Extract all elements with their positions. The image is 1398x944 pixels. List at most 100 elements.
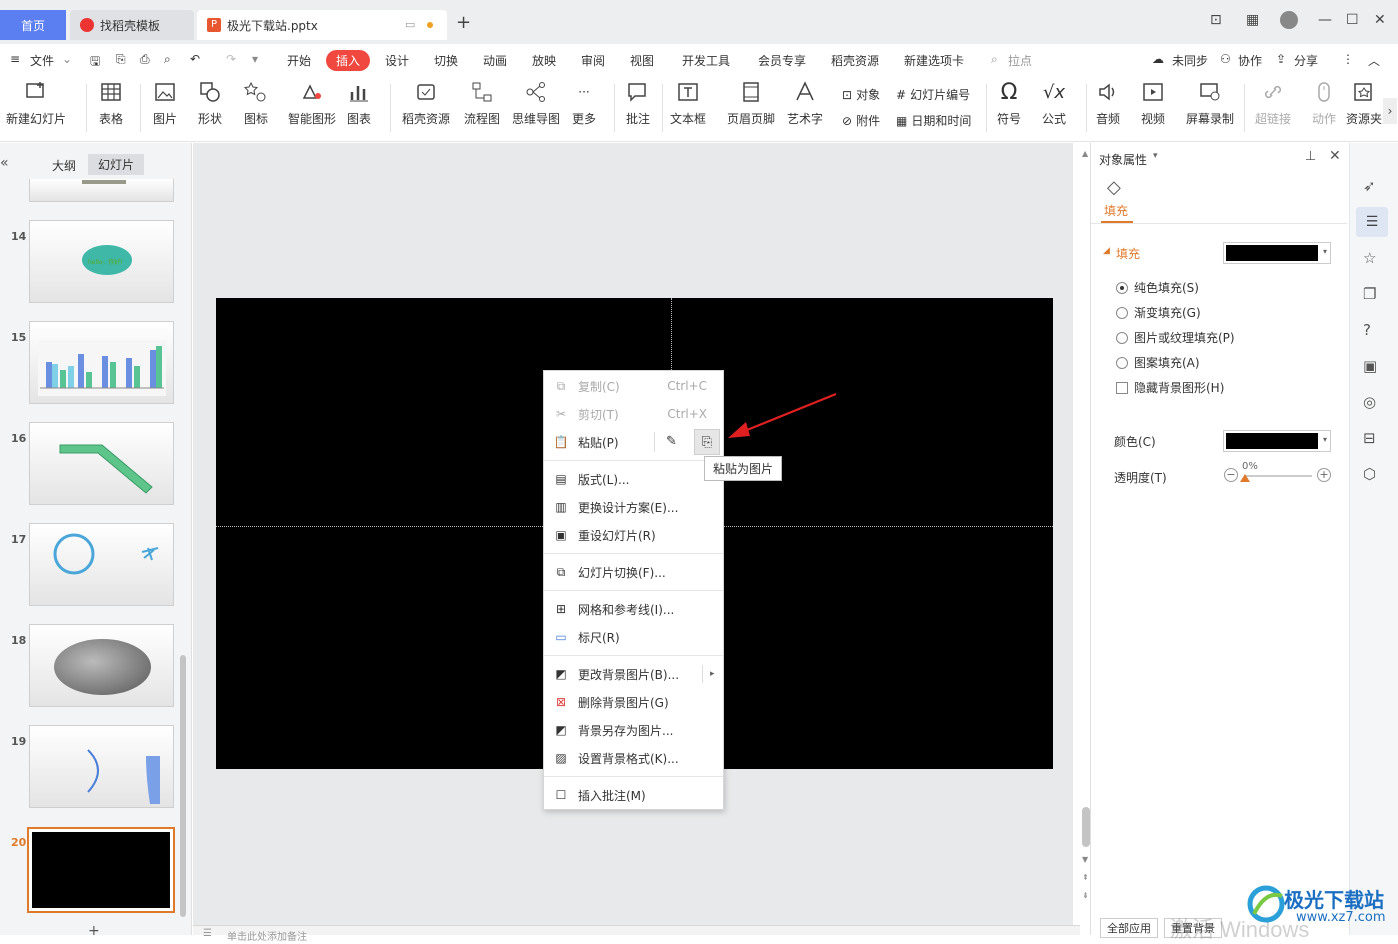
attachment-button[interactable]: ⊘ 附件	[842, 112, 880, 129]
image-tools-icon[interactable]: ▣	[1363, 357, 1377, 375]
menu-view[interactable]: 视图	[630, 52, 654, 69]
monitor-icon[interactable]: ▭	[405, 18, 415, 31]
tab-template[interactable]: 找稻壳模板	[70, 10, 194, 40]
menu-layout[interactable]: ▤ 版式(L)...	[544, 465, 723, 493]
slider-handle[interactable]	[1240, 474, 1250, 482]
tab-outline[interactable]: 大纲	[52, 157, 76, 174]
cube-icon[interactable]: ⬡	[1363, 465, 1376, 483]
paste-as-picture-icon[interactable]: ⎘	[694, 429, 720, 455]
menu-cut[interactable]: ✂ 剪切(T) Ctrl+X	[544, 400, 723, 428]
collab-icon[interactable]: ⚇	[1220, 52, 1231, 66]
quick-access-dropdown-icon[interactable]: ▾	[252, 52, 258, 66]
share-button[interactable]: 分享	[1294, 52, 1318, 69]
grid-apps-icon[interactable]: ▦	[1246, 12, 1259, 28]
radio-solid-fill[interactable]: 纯色填充(S)	[1116, 279, 1199, 296]
cloud-icon[interactable]: ☁	[1152, 52, 1164, 66]
smart-art-button[interactable]: 智能图形	[288, 80, 336, 127]
fill-color-picker[interactable]: ▾	[1223, 242, 1331, 264]
menu-insert[interactable]: 插入	[326, 50, 371, 71]
avatar[interactable]	[1280, 11, 1298, 29]
slide-thumbnail[interactable]	[29, 523, 174, 606]
menu-reset-slide[interactable]: ▣ 重设幻灯片(R)	[544, 521, 723, 549]
menu-delete-bg[interactable]: ⊠ 删除背景图片(G)	[544, 688, 723, 716]
table-button[interactable]: 表格	[98, 80, 124, 127]
datetime-button[interactable]: ▦ 日期和时间	[896, 112, 971, 129]
menu-ruler[interactable]: ▭ 标尺(R)	[544, 623, 723, 651]
decrease-transparency-button[interactable]: −	[1224, 468, 1238, 482]
menu-member[interactable]: 会员专享	[758, 52, 806, 69]
share-icon[interactable]: ⇪	[1276, 52, 1286, 66]
menu-grid-guides[interactable]: ⊞ 网格和参考线(I)...	[544, 595, 723, 623]
tab-fill[interactable]: 填充	[1104, 202, 1128, 219]
slide-thumbnail[interactable]	[29, 321, 174, 404]
radio-picture-fill[interactable]: 图片或纹理填充(P)	[1116, 329, 1235, 346]
slide-thumbnail-active[interactable]	[27, 827, 175, 913]
resource-folder-button[interactable]: 资源夹	[1346, 80, 1382, 127]
menu-copy[interactable]: ⧉ 复制(C) Ctrl+C	[544, 372, 723, 400]
menu-design[interactable]: 设计	[385, 52, 409, 69]
save-icon[interactable]: 🖫	[90, 52, 100, 73]
star-animation-icon[interactable]: ☆	[1363, 249, 1376, 267]
tab-document[interactable]: P 极光下载站.pptx ▭	[197, 10, 447, 40]
scroll-down-icon[interactable]: ▼	[1082, 855, 1088, 864]
transparency-slider[interactable]	[1244, 475, 1312, 477]
apply-all-button[interactable]: 全部应用	[1100, 918, 1158, 938]
tab-slides[interactable]: 幻灯片	[88, 154, 145, 175]
new-tab-button[interactable]: +	[456, 12, 471, 33]
compass-icon[interactable]: ◎	[1363, 393, 1376, 411]
book-icon[interactable]: ⊟	[1363, 429, 1376, 447]
collapse-ribbon-icon[interactable]: ︿	[1368, 52, 1380, 69]
slide-thumbnail[interactable]	[29, 624, 174, 707]
menu-slideshow[interactable]: 放映	[532, 52, 556, 69]
daoke-resource-button[interactable]: 稻壳资源	[402, 80, 450, 127]
close-panel-icon[interactable]: ✕	[1329, 148, 1341, 164]
menu-home[interactable]: 开始	[287, 52, 311, 69]
notes-area[interactable]: ☰ 单击此处添加备注	[193, 925, 1080, 943]
new-slide-button[interactable]: 新建幻灯片	[6, 80, 66, 127]
collab-button[interactable]: 协作	[1238, 52, 1262, 69]
menu-save-bg[interactable]: ◩ 背景另存为图片...	[544, 716, 723, 744]
increase-transparency-button[interactable]: +	[1317, 468, 1331, 482]
next-slide-icon[interactable]: ⇟	[1082, 891, 1089, 900]
search-input[interactable]: 拉点	[1008, 52, 1032, 69]
preview-icon[interactable]: ⌕	[164, 52, 171, 67]
menu-change-bg[interactable]: ◩ 更改背景图片(B)... ▸	[544, 660, 723, 688]
radio-pattern-fill[interactable]: 图案填充(A)	[1116, 354, 1200, 371]
menu-file[interactable]: 文件	[30, 52, 54, 69]
collapse-panel-icon[interactable]: «	[0, 155, 9, 171]
menu-animation[interactable]: 动画	[483, 52, 507, 69]
rocket-icon[interactable]: ➶	[1363, 177, 1376, 195]
menu-change-design[interactable]: ▥ 更换设计方案(E)...	[544, 493, 723, 521]
header-footer-button[interactable]: 页眉页脚	[727, 80, 775, 127]
textbox-button[interactable]: 文本框	[670, 80, 706, 127]
help-icon[interactable]: ?	[1363, 321, 1371, 339]
slide-thumbnail[interactable]: hello，你好!	[29, 220, 174, 303]
menu-review[interactable]: 审阅	[581, 52, 605, 69]
properties-settings-icon[interactable]: ☰	[1356, 207, 1388, 237]
slide-thumbnail[interactable]	[29, 422, 174, 505]
menu-insert-comment[interactable]: ☐ 插入批注(M)	[544, 781, 723, 809]
minimize-icon[interactable]: —	[1318, 12, 1332, 28]
transition-panel-icon[interactable]: ❐	[1363, 285, 1376, 303]
audio-button[interactable]: 音频	[1095, 80, 1121, 127]
add-slide-icon[interactable]: +	[88, 923, 100, 939]
slide-thumbnail[interactable]	[29, 725, 174, 808]
pin-icon[interactable]: ⊥	[1305, 149, 1316, 164]
menu-transition[interactable]: 切换	[434, 52, 458, 69]
chevron-down-icon[interactable]: ⌄	[62, 52, 72, 66]
ribbon-scroll-right-icon[interactable]: ›	[1383, 98, 1397, 124]
hyperlink-button[interactable]: 超链接	[1255, 80, 1291, 127]
section-collapse-icon[interactable]: ◢	[1103, 246, 1110, 256]
menu-new-tab[interactable]: 新建选项卡	[904, 52, 964, 69]
wordart-button[interactable]: 艺术字	[787, 80, 823, 127]
notes-placeholder[interactable]: 单击此处添加备注	[227, 928, 307, 943]
video-button[interactable]: 视频	[1140, 80, 1166, 127]
more-options-icon[interactable]: ⋮	[1342, 52, 1354, 66]
fill-bucket-icon[interactable]: ◇	[1107, 177, 1121, 198]
redo-icon[interactable]: ↷	[226, 52, 236, 66]
sync-button[interactable]: 未同步	[1172, 52, 1208, 69]
comment-button[interactable]: 批注	[625, 80, 651, 127]
undo-icon[interactable]: ↶	[190, 52, 200, 66]
layout-icon[interactable]: ⊡	[1210, 12, 1222, 28]
color-picker[interactable]: ▾	[1223, 430, 1331, 452]
